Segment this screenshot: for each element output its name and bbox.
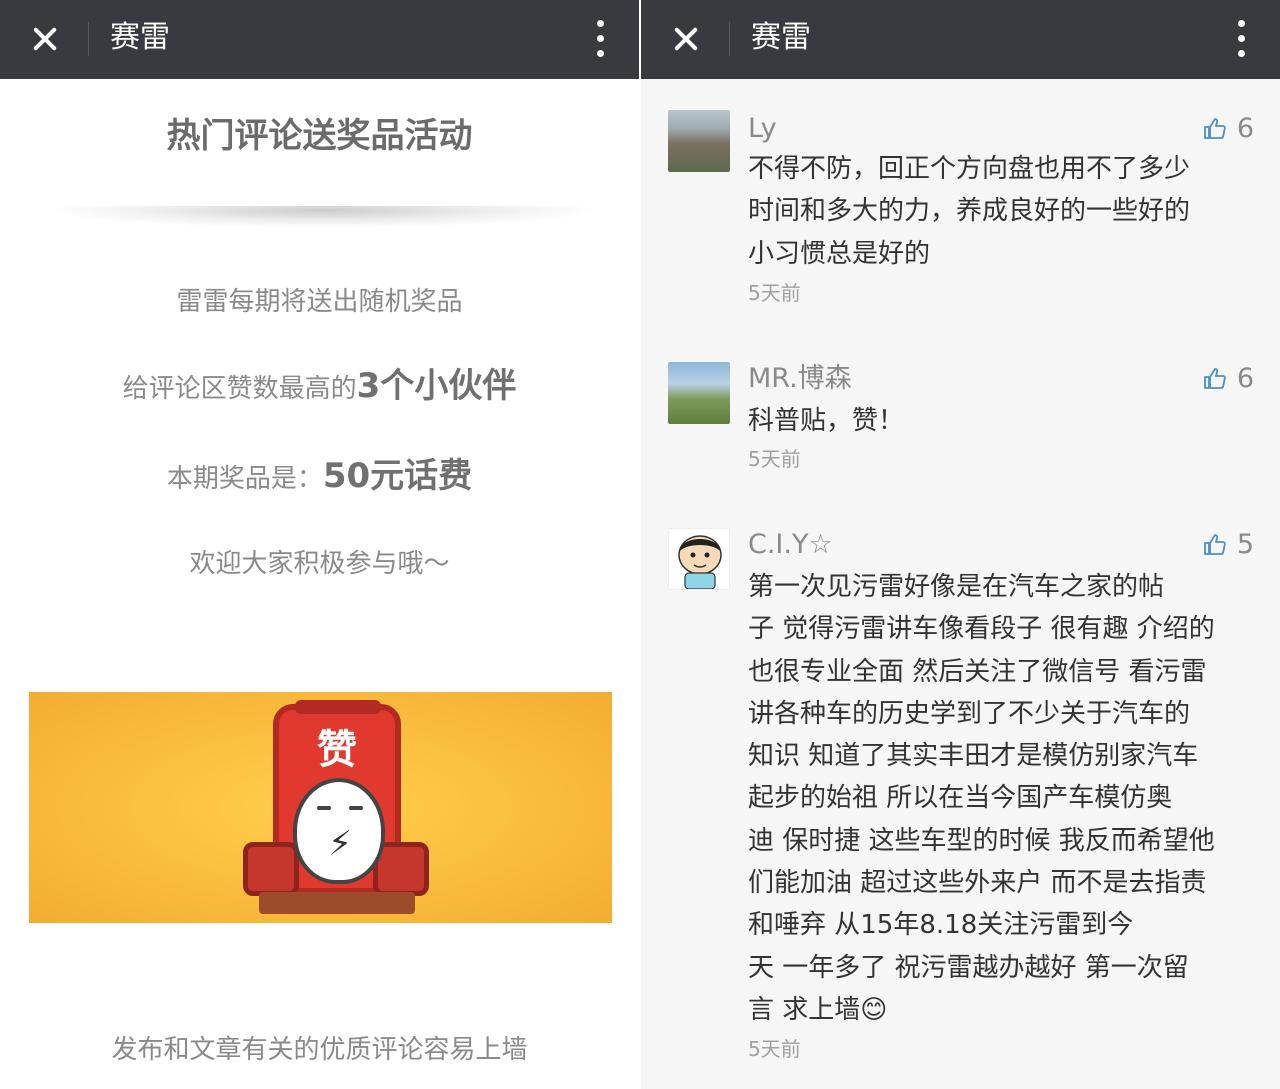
comment-line: 不得不防，回正个方向盘也用不了多少 bbox=[748, 154, 1191, 184]
throne-base bbox=[259, 892, 415, 914]
article-panel: 赛雷 热门评论送奖品活动 雷雷每期将送出随机奖品 给评论区赞数最高的3个小伙伴 … bbox=[0, 0, 639, 1089]
highlight-text: 50元话费 bbox=[322, 456, 473, 496]
comment-line: 天 一年多了 祝污雷越办越好 第一次留 bbox=[748, 952, 1189, 983]
like-count: 6 bbox=[1236, 113, 1254, 144]
comment-time: 5天前 bbox=[748, 281, 801, 305]
more-menu-icon[interactable] bbox=[1230, 18, 1254, 60]
thumbs-up-icon bbox=[1203, 368, 1226, 389]
comment-text: 科普贴，赞！ bbox=[748, 400, 1256, 442]
comment-line: 知识 知道了其实丰田才是模仿别家汽车 bbox=[748, 741, 1199, 772]
like-count: 6 bbox=[1236, 363, 1254, 394]
like-button[interactable]: 6 bbox=[1203, 112, 1254, 146]
para-text: 本期奖品是： bbox=[166, 464, 323, 494]
top-bar: 赛雷 bbox=[0, 0, 639, 79]
comment-line: 时间和多大的力，养成良好的一些好的 bbox=[748, 196, 1191, 227]
comment-line: 科普贴，赞！ bbox=[748, 406, 905, 436]
promo-banner-image: 赞 ⚡ bbox=[29, 692, 612, 923]
article-paragraph: 欢迎大家积极参与哦～ bbox=[189, 549, 450, 579]
divider bbox=[88, 22, 89, 56]
close-icon[interactable] bbox=[20, 15, 70, 63]
comment-author: MR.博森 bbox=[748, 363, 852, 394]
comment-line: 和唾弃 从15年8.18关注污雷到今 bbox=[748, 910, 1134, 941]
top-bar: 赛雷 bbox=[641, 0, 1280, 79]
like-button[interactable]: 5 bbox=[1203, 528, 1254, 562]
article-paragraph: 给评论区赞数最高的3个小伙伴 bbox=[0, 366, 639, 409]
throne-arm bbox=[243, 842, 299, 896]
article-footer: 发布和文章有关的优质评论容易上墙 bbox=[111, 1035, 528, 1065]
comment-line: 言 求上墙😊 bbox=[748, 994, 888, 1025]
banner-label: 赞 bbox=[317, 727, 357, 773]
heading-divider bbox=[45, 206, 600, 228]
mascot-eye bbox=[349, 806, 363, 810]
comment-line: 第一次见污雷好像是在汽车之家的帖 bbox=[748, 572, 1165, 602]
article-paragraph: 雷雷每期将送出随机奖品 bbox=[176, 287, 463, 317]
mascot-eye bbox=[317, 806, 331, 810]
comment-time: 5天前 bbox=[748, 1037, 801, 1061]
comment-author: Ly bbox=[748, 113, 777, 144]
para-text: 给评论区赞数最高的 bbox=[122, 374, 357, 404]
comment-time: 5天前 bbox=[748, 447, 801, 471]
comment-line: 们能加油 超过这些外来户 而不是去指责 bbox=[748, 868, 1207, 899]
comment-line: 小习惯总是好的 bbox=[748, 238, 931, 269]
like-button[interactable]: 6 bbox=[1203, 362, 1254, 396]
throne-crest bbox=[295, 700, 381, 714]
comment-line: 起步的始祖 所以在当今国产车模仿奥 bbox=[748, 783, 1173, 814]
comment-line: 也很专业全面 然后关注了微信号 看污雷 bbox=[748, 656, 1207, 687]
comment-author: C.I.Y☆ bbox=[748, 529, 833, 560]
article-paragraph: 本期奖品是：50元话费 bbox=[0, 456, 639, 499]
comments-panel: 赛雷 Ly 6 不得不防，回正个方向盘也用不了多少 时间和多大的力，养成良好的一… bbox=[641, 0, 1280, 1089]
like-count: 5 bbox=[1236, 529, 1254, 560]
highlight-text: 3个小伙伴 bbox=[356, 366, 517, 406]
thumbs-up-icon bbox=[1203, 534, 1226, 555]
article-heading: 热门评论送奖品活动 bbox=[166, 116, 473, 156]
avatar[interactable] bbox=[668, 528, 730, 590]
more-menu-icon[interactable] bbox=[589, 18, 613, 60]
page-title: 赛雷 bbox=[110, 20, 170, 55]
close-icon[interactable] bbox=[661, 15, 711, 63]
thumbs-up-icon bbox=[1203, 118, 1226, 139]
lightning-icon: ⚡ bbox=[328, 824, 352, 864]
cartoon-avatar-icon bbox=[678, 535, 722, 589]
divider bbox=[729, 22, 730, 56]
page-title: 赛雷 bbox=[751, 20, 811, 55]
mascot-icon: ⚡ bbox=[293, 778, 385, 884]
avatar[interactable] bbox=[668, 362, 730, 424]
comment-line: 子 觉得污雷讲车像看段子 很有趣 介绍的 bbox=[748, 614, 1215, 645]
comment-text: 不得不防，回正个方向盘也用不了多少 时间和多大的力，养成良好的一些好的 小习惯总… bbox=[748, 148, 1256, 275]
avatar[interactable] bbox=[668, 110, 730, 172]
comment-text: 第一次见污雷好像是在汽车之家的帖 子 觉得污雷讲车像看段子 很有趣 介绍的 也很… bbox=[748, 566, 1256, 1031]
comment-line: 讲各种车的历史学到了不少关于汽车的 bbox=[748, 698, 1191, 729]
comment-line: 迪 保时捷 这些车型的时候 我反而希望他 bbox=[748, 825, 1215, 856]
